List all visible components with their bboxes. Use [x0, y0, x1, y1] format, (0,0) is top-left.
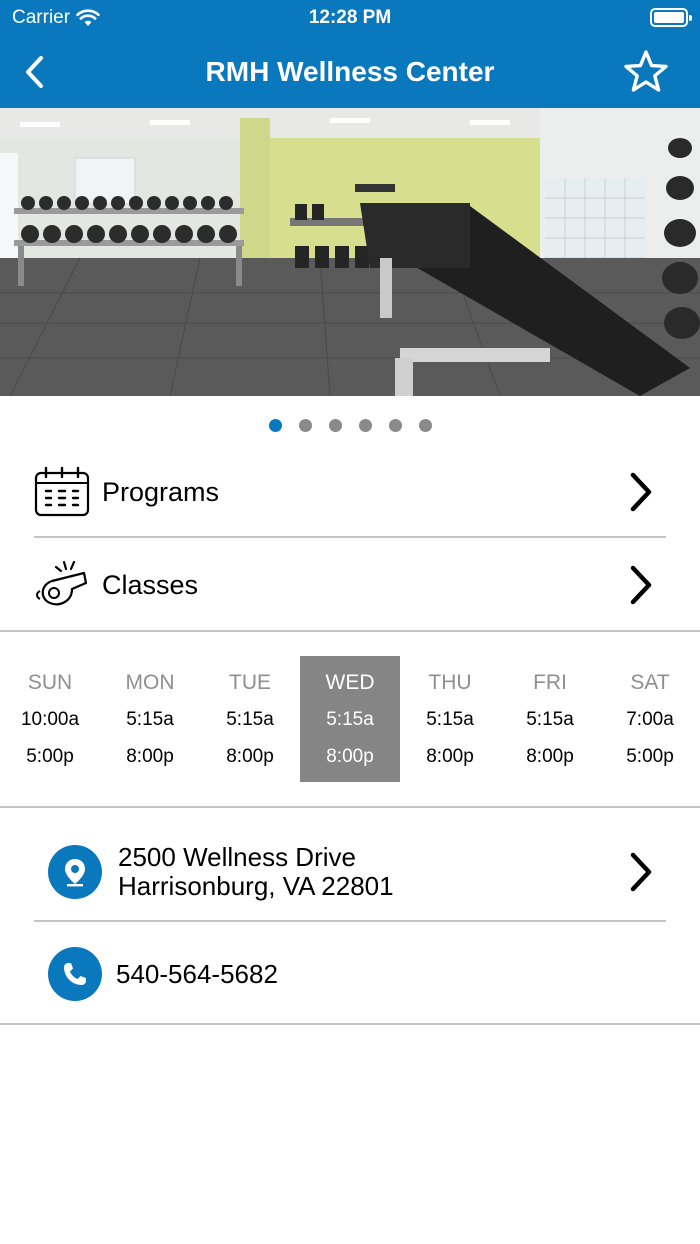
address-line1: 2500 Wellness Drive	[118, 842, 356, 872]
phone-icon	[48, 947, 102, 1001]
day-wed-selected[interactable]: WED 5:15a 8:00p	[300, 656, 400, 782]
close-time: 5:00p	[626, 746, 674, 767]
day-name: WED	[325, 671, 375, 694]
carousel-dot[interactable]	[388, 419, 402, 432]
open-time: 5:15a	[226, 709, 274, 730]
day-name: THU	[428, 671, 472, 694]
close-time: 8:00p	[226, 746, 274, 767]
divider	[0, 1023, 700, 1025]
address-line2: Harrisonburg, VA 22801	[118, 871, 394, 901]
address-text: 2500 Wellness Drive Harrisonburg, VA 228…	[118, 843, 394, 901]
open-time: 5:15a	[126, 709, 174, 730]
address-row[interactable]: 2500 Wellness Drive Harrisonburg, VA 228…	[34, 826, 666, 918]
nav-bar: RMH Wellness Center	[0, 36, 700, 108]
weekly-hours: SUN 10:00a 5:00p MON 5:15a 8:00p TUE 5:1…	[0, 656, 700, 782]
close-time: 8:00p	[126, 746, 174, 767]
whistle-icon	[34, 557, 90, 613]
chevron-right-icon	[630, 565, 652, 605]
open-time: 5:15a	[426, 709, 474, 730]
day-name: TUE	[229, 671, 271, 694]
calendar-icon	[34, 464, 90, 520]
phone-number: 540-564-5682	[116, 958, 278, 989]
chevron-right-icon	[630, 852, 652, 892]
divider	[34, 536, 666, 538]
open-time: 7:00a	[626, 709, 674, 730]
chevron-right-icon	[630, 472, 652, 512]
close-time: 8:00p	[526, 746, 574, 767]
divider	[0, 806, 700, 808]
close-time: 8:00p	[326, 746, 374, 767]
facility-photo[interactable]	[0, 108, 700, 396]
open-time: 10:00a	[20, 709, 80, 730]
programs-row[interactable]: Programs	[34, 446, 666, 538]
carousel-dot[interactable]	[298, 419, 312, 432]
day-mon[interactable]: MON 5:15a 8:00p	[100, 656, 200, 782]
divider	[34, 920, 666, 922]
gym-interior-image	[0, 108, 700, 396]
open-time: 5:15a	[526, 709, 574, 730]
day-tue[interactable]: TUE 5:15a 8:00p	[200, 656, 300, 782]
classes-label: Classes	[102, 569, 199, 600]
day-sun[interactable]: SUN 10:00a 5:00p	[0, 656, 100, 782]
carousel-page-indicator[interactable]	[0, 419, 700, 432]
carousel-dot[interactable]	[358, 419, 372, 432]
day-name: FRI	[533, 671, 567, 694]
day-thu[interactable]: THU 5:15a 8:00p	[400, 656, 500, 782]
day-name: SUN	[27, 671, 73, 694]
phone-row[interactable]: 540-564-5682	[34, 928, 666, 1020]
status-time: 12:28 PM	[308, 7, 392, 28]
close-time: 8:00p	[426, 746, 474, 767]
status-bar: Carrier 12:28 PM	[0, 0, 700, 36]
battery-icon	[650, 8, 692, 27]
day-name: SAT	[630, 671, 670, 694]
divider	[0, 630, 700, 632]
programs-label: Programs	[102, 476, 220, 507]
classes-row[interactable]: Classes	[34, 539, 666, 631]
day-name: MON	[125, 671, 175, 694]
app-header: Carrier 12:28 PM RMH Wellness Center	[0, 0, 700, 108]
day-fri[interactable]: FRI 5:15a 8:00p	[500, 656, 600, 782]
favorite-star-icon[interactable]	[622, 48, 670, 96]
carousel-dot[interactable]	[418, 419, 432, 432]
carousel-dot-active[interactable]	[268, 419, 282, 432]
close-time: 5:00p	[26, 746, 74, 767]
page-title: RMH Wellness Center	[205, 56, 495, 87]
carousel-dot[interactable]	[328, 419, 342, 432]
location-pin-icon	[48, 845, 102, 899]
day-sat[interactable]: SAT 7:00a 5:00p	[600, 656, 700, 782]
open-time: 5:15a	[326, 709, 374, 730]
